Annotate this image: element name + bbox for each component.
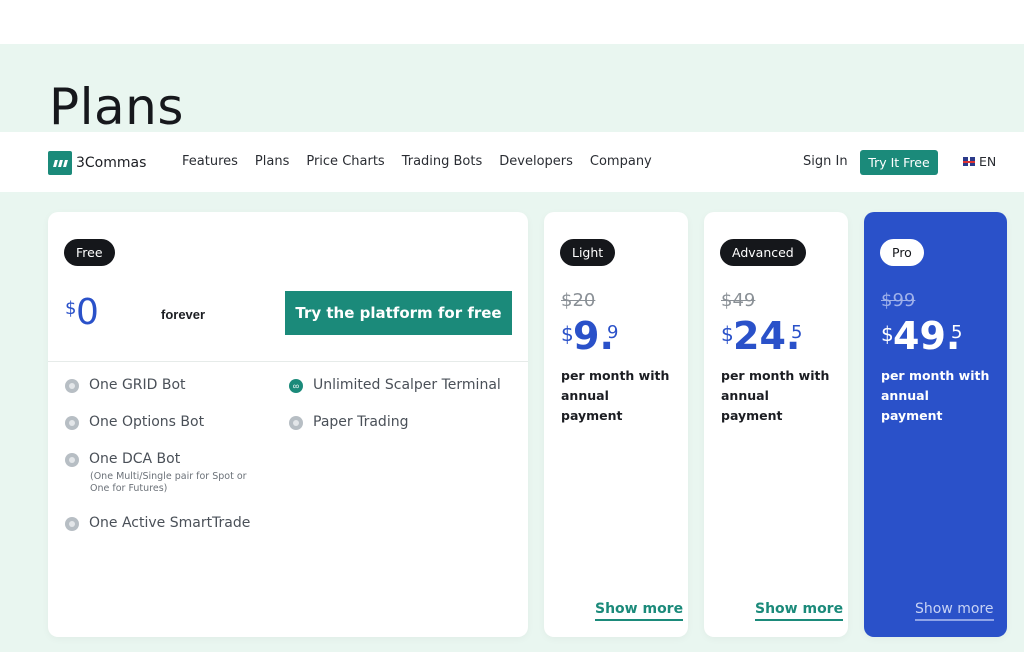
nav-link-trading-bots[interactable]: Trading Bots	[402, 154, 483, 169]
show-more-link[interactable]: Show more	[755, 601, 844, 621]
language-selector[interactable]: EN	[963, 154, 996, 169]
plan-card-light: Light $20 $ 9. 9 per month with annual p…	[544, 212, 688, 637]
feature-label: One DCA Bot	[89, 451, 181, 467]
old-price: $49	[721, 290, 756, 311]
nav-link-plans[interactable]: Plans	[255, 154, 289, 169]
nav-link-price-charts[interactable]: Price Charts	[306, 154, 384, 169]
price-description: per month with annual payment	[561, 368, 670, 423]
plan-card-free: Free $ 0 forever Try the platform for fr…	[48, 212, 528, 637]
feature-label: One GRID Bot	[89, 377, 186, 393]
feature-item: ∞ Unlimited Scalper Terminal	[289, 377, 501, 393]
feature-bullet-icon	[289, 416, 303, 430]
price-fraction: 5	[791, 322, 803, 343]
try-it-free-button[interactable]: Try It Free	[860, 150, 938, 175]
plan-card-advanced: Advanced $49 $ 24. 5 per month with annu…	[704, 212, 848, 637]
price-currency: $	[721, 322, 734, 346]
old-price: $99	[881, 290, 916, 311]
infinity-icon: ∞	[289, 379, 303, 393]
price-fraction: 9	[607, 322, 619, 343]
price-description: per month with annual payment	[881, 368, 990, 423]
feature-item: One DCA Bot (One Multi/Single pair for S…	[65, 451, 250, 495]
sign-in-link[interactable]: Sign In	[803, 154, 848, 169]
feature-label: One Active SmartTrade	[89, 515, 251, 531]
old-price: $20	[561, 290, 596, 311]
page-title: Plans	[49, 78, 184, 136]
show-more-link[interactable]: Show more	[915, 601, 994, 621]
try-platform-free-button[interactable]: Try the platform for free	[285, 291, 512, 335]
price-period: forever	[161, 307, 206, 322]
feature-label: Paper Trading	[313, 414, 409, 430]
logo-text: 3Commas	[76, 155, 147, 171]
price-description: per month with annual payment	[721, 368, 830, 423]
nav-links: Features Plans Price Charts Trading Bots…	[182, 154, 652, 169]
price-currency: $	[65, 298, 77, 319]
feature-item: One Options Bot	[65, 414, 204, 430]
feature-bullet-icon	[65, 517, 79, 531]
feature-bullet-icon	[65, 453, 79, 467]
top-navbar: 3Commas Features Plans Price Charts Trad…	[0, 132, 1024, 192]
nav-link-features[interactable]: Features	[182, 154, 238, 169]
logo-icon	[48, 151, 72, 175]
feature-item: One GRID Bot	[65, 377, 186, 393]
price-amount: 0	[76, 292, 99, 333]
feature-bullet-icon	[65, 379, 79, 393]
logo[interactable]: 3Commas	[48, 151, 146, 175]
plan-badge-advanced: Advanced	[720, 239, 806, 266]
feature-item: Paper Trading	[289, 414, 408, 430]
feature-note: (One Multi/Single pair for Spot or One f…	[90, 471, 247, 494]
nav-link-developers[interactable]: Developers	[499, 154, 573, 169]
nav-link-company[interactable]: Company	[590, 154, 652, 169]
divider	[48, 361, 528, 362]
feature-label: Unlimited Scalper Terminal	[313, 377, 501, 393]
feature-bullet-icon	[65, 416, 79, 430]
plan-badge-light: Light	[560, 239, 616, 266]
show-more-link[interactable]: Show more	[595, 601, 684, 621]
plan-badge-free: Free	[64, 239, 115, 266]
uk-flag-icon	[963, 157, 975, 166]
feature-label: One Options Bot	[89, 414, 205, 430]
plan-badge-pro: Pro	[880, 239, 924, 266]
price-fraction: 5	[951, 322, 963, 343]
feature-item: One Active SmartTrade	[65, 515, 250, 531]
price-currency: $	[881, 322, 894, 346]
language-label: EN	[979, 154, 997, 169]
plan-card-pro: Pro $99 $ 49. 5 per month with annual pa…	[864, 212, 1007, 637]
price-currency: $	[561, 322, 574, 346]
